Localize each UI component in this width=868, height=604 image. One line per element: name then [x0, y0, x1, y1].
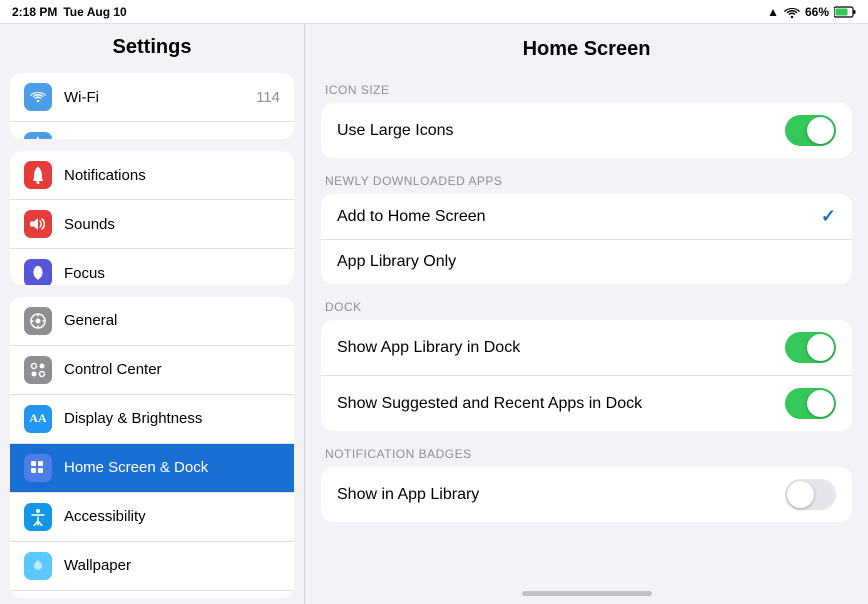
showsuggested-label: Show Suggested and Recent Apps in Dock	[337, 395, 785, 413]
showapplib-label: Show App Library in Dock	[337, 339, 785, 357]
content-group-badges: Show in App Library	[321, 467, 852, 522]
sidebar-group-network: Wi-Fi 114 Bluetooth On	[10, 73, 294, 139]
bluetooth-value: On	[260, 138, 280, 140]
time: 2:18 PM	[12, 5, 57, 19]
sidebar-item-siri[interactable]: Si Siri & Search	[10, 591, 294, 598]
section-label-iconsize: ICON SIZE	[305, 71, 868, 103]
status-right: ▲ 66%	[767, 5, 856, 19]
bluetooth-icon	[24, 132, 52, 139]
wifi-icon	[784, 5, 800, 19]
accessibility-icon	[24, 503, 52, 531]
controlcenter-label: Control Center	[64, 361, 280, 378]
sidebar-item-homescreen[interactable]: Home Screen & Dock	[10, 444, 294, 493]
sidebar-item-general[interactable]: General	[10, 297, 294, 346]
controlcenter-icon	[24, 356, 52, 384]
sidebar-item-display[interactable]: AA Display & Brightness	[10, 395, 294, 444]
showinapp-toggle-knob	[787, 481, 814, 508]
wifi-value: 114	[256, 89, 280, 106]
showsuggested-toggle[interactable]	[785, 388, 836, 419]
sidebar-title: Settings	[0, 24, 304, 67]
main-layout: Settings Wi-Fi 114	[0, 24, 868, 604]
bluetooth-label: Bluetooth	[64, 138, 260, 140]
general-icon	[24, 307, 52, 335]
home-bar	[522, 591, 652, 596]
display-icon: AA	[24, 405, 52, 433]
sidebar-group-notifications: Notifications Sounds Foc	[10, 151, 294, 284]
section-label-newly: NEWLY DOWNLOADED APPS	[305, 162, 868, 194]
accessibility-label: Accessibility	[64, 508, 280, 525]
display-label: Display & Brightness	[64, 410, 280, 427]
showinapp-toggle[interactable]	[785, 479, 836, 510]
section-label-badges: NOTIFICATION BADGES	[305, 435, 868, 467]
applibonly-label: App Library Only	[337, 253, 836, 271]
showsuggested-toggle-knob	[807, 390, 834, 417]
wifi-icon	[24, 83, 52, 111]
showinapp-label: Show in App Library	[337, 486, 785, 504]
homescreen-icon	[24, 454, 52, 482]
status-left: 2:18 PM Tue Aug 10	[12, 5, 127, 19]
sidebar: Settings Wi-Fi 114	[0, 24, 305, 604]
content-group-iconsize: Use Large Icons	[321, 103, 852, 158]
homescreen-label: Home Screen & Dock	[64, 459, 280, 476]
section-label-dock: DOCK	[305, 288, 868, 320]
date: Tue Aug 10	[63, 5, 126, 19]
wallpaper-label: Wallpaper	[64, 557, 280, 574]
sidebar-item-notifications[interactable]: Notifications	[10, 151, 294, 200]
content-area: Home Screen ICON SIZE Use Large Icons NE…	[305, 24, 868, 604]
notifications-label: Notifications	[64, 167, 280, 184]
showapplib-toggle-knob	[807, 334, 834, 361]
focus-label: Focus	[64, 265, 280, 282]
row-showsuggested: Show Suggested and Recent Apps in Dock	[321, 376, 852, 431]
addtohome-check: ✓	[821, 206, 836, 227]
addtohome-label: Add to Home Screen	[337, 208, 821, 226]
row-addtohome[interactable]: Add to Home Screen ✓	[321, 194, 852, 240]
sidebar-item-wallpaper[interactable]: Wallpaper	[10, 542, 294, 591]
sidebar-item-wifi[interactable]: Wi-Fi 114	[10, 73, 294, 122]
sidebar-item-focus[interactable]: Focus	[10, 249, 294, 284]
sidebar-group-system: General Control Center AA Display & Brig…	[10, 297, 294, 598]
uselarge-toggle[interactable]	[785, 115, 836, 146]
battery-percent: 66%	[805, 5, 829, 19]
wifi-label: Wi-Fi	[64, 89, 256, 106]
showapplib-toggle[interactable]	[785, 332, 836, 363]
home-indicator	[305, 583, 868, 604]
row-showapplib: Show App Library in Dock	[321, 320, 852, 376]
signal-icon: ▲	[767, 5, 779, 19]
wallpaper-icon	[24, 552, 52, 580]
sidebar-item-bluetooth[interactable]: Bluetooth On	[10, 122, 294, 139]
sounds-icon	[24, 210, 52, 238]
content-group-newly: Add to Home Screen ✓ App Library Only	[321, 194, 852, 284]
sidebar-item-accessibility[interactable]: Accessibility	[10, 493, 294, 542]
row-uselarge: Use Large Icons	[321, 103, 852, 158]
sidebar-item-sounds[interactable]: Sounds	[10, 200, 294, 249]
focus-icon	[24, 259, 52, 284]
sounds-label: Sounds	[64, 216, 280, 233]
content-group-dock: Show App Library in Dock Show Suggested …	[321, 320, 852, 431]
sidebar-item-controlcenter[interactable]: Control Center	[10, 346, 294, 395]
general-label: General	[64, 312, 280, 329]
content-title: Home Screen	[305, 24, 868, 71]
battery-icon	[834, 5, 856, 19]
row-showinapp: Show in App Library	[321, 467, 852, 522]
uselarge-toggle-knob	[807, 117, 834, 144]
row-applibonly[interactable]: App Library Only	[321, 240, 852, 284]
uselarge-label: Use Large Icons	[337, 122, 785, 140]
notifications-icon	[24, 161, 52, 189]
status-bar: 2:18 PM Tue Aug 10 ▲ 66%	[0, 0, 868, 24]
